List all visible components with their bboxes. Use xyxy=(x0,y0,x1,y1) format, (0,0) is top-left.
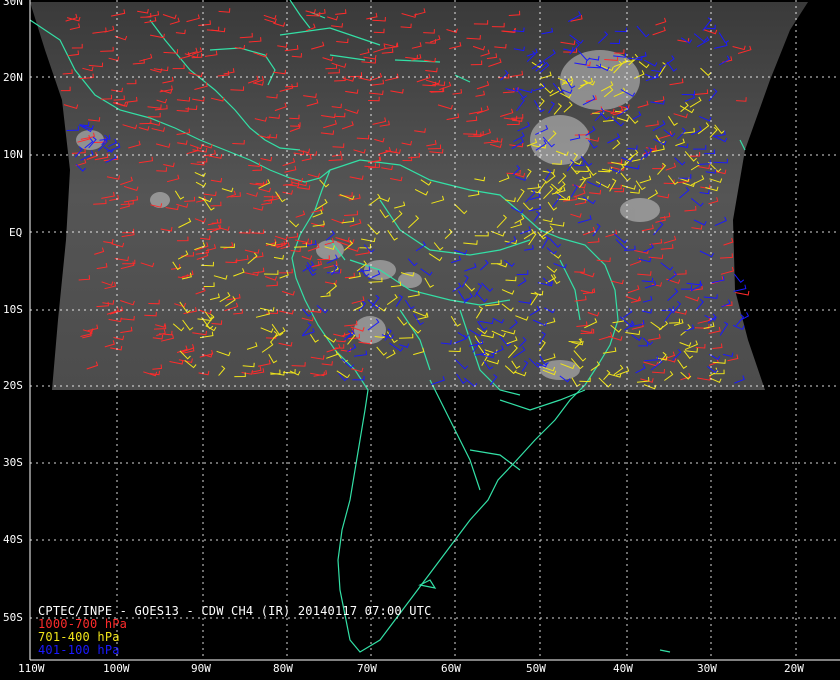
lon-label-50w: 50W xyxy=(526,662,546,675)
wind-barb xyxy=(733,273,745,284)
cloud-patch xyxy=(620,198,660,222)
lat-label-10s: 10S xyxy=(3,303,23,316)
cloud-patch xyxy=(398,272,422,288)
lat-label-eq: EQ xyxy=(9,226,23,239)
lon-label-80w: 80W xyxy=(273,662,293,675)
lon-label-40w: 40W xyxy=(613,662,633,675)
lon-label-100w: 100W xyxy=(103,662,130,675)
lat-label-20s: 20S xyxy=(3,379,23,392)
cloud-patch xyxy=(540,360,580,380)
lon-label-60w: 60W xyxy=(441,662,461,675)
satellite-wind-map xyxy=(29,0,840,661)
wind-barb xyxy=(735,290,750,296)
lon-label-20w: 20W xyxy=(784,662,804,675)
lon-label-70w: 70W xyxy=(357,662,377,675)
lat-label-40s: 40S xyxy=(3,533,23,546)
lon-label-110w: 110W xyxy=(18,662,45,675)
lon-label-90w: 90W xyxy=(191,662,211,675)
lat-label-50s: 50S xyxy=(3,611,23,624)
lat-label-10n: 10N xyxy=(3,148,23,161)
lon-label-30w: 30W xyxy=(697,662,717,675)
lat-label-20n: 20N xyxy=(3,71,23,84)
wind-map-frame: 30N 20N 10N EQ 10S 20S 30S 40S 50S 110W … xyxy=(0,0,840,680)
lat-label-30s: 30S xyxy=(3,456,23,469)
wind-barb xyxy=(733,284,747,292)
cloud-patch xyxy=(530,115,590,165)
legend-high-level: 401-100 hPa xyxy=(38,643,120,657)
lat-label-30n: 30N xyxy=(3,0,23,8)
